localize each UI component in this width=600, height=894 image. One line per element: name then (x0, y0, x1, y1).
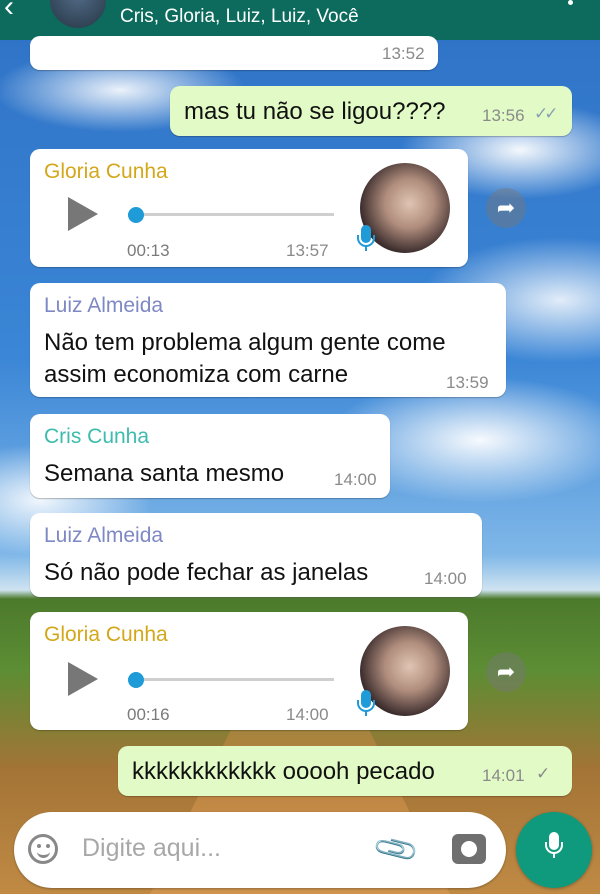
sender-name: Luiz Almeida (44, 524, 164, 547)
microphone-icon (357, 690, 375, 716)
more-menu-icon[interactable] (560, 0, 580, 12)
microphone-icon (545, 832, 563, 858)
audio-duration: 00:13 (127, 241, 170, 260)
message-time: 14:01 (482, 766, 525, 785)
outgoing-message[interactable]: mas tu não se ligou???? 13:56 ✓✓ (170, 86, 572, 136)
chat-header[interactable]: ‹ Cris, Gloria, Luiz, Luiz, Você (0, 0, 600, 40)
message-text: kkkkkkkkkkkk ooooh pecado (132, 758, 435, 785)
message-time: 13:59 (446, 373, 489, 392)
sender-name: Gloria Cunha (44, 623, 168, 646)
sender-name: Luiz Almeida (44, 294, 164, 317)
message-time: 14:00 (424, 569, 467, 588)
read-receipt-icon: ✓✓ (534, 104, 558, 123)
camera-icon[interactable] (452, 834, 486, 864)
message-text-line: Não tem problema algum gente come (44, 329, 446, 356)
group-avatar[interactable] (48, 0, 108, 30)
play-icon[interactable] (68, 197, 98, 231)
delivered-check-icon: ✓ (536, 764, 550, 783)
message-text: Semana santa mesmo (44, 460, 285, 487)
audio-progress-knob[interactable] (128, 672, 144, 688)
message-bubble[interactable]: Cris Cunha Semana santa mesmo 14:00 (30, 414, 390, 498)
paperclip-icon[interactable]: 📎 (371, 824, 422, 874)
sender-name: Cris Cunha (44, 425, 150, 448)
message-time: 14:00 (334, 470, 377, 489)
voice-message[interactable]: Gloria Cunha 00:16 14:00 (30, 612, 468, 730)
arrow-left-icon[interactable]: ‹ (4, 0, 14, 24)
message-time: 14:00 (286, 705, 329, 724)
message-bubble[interactable]: Luiz Almeida Só não pode fechar as janel… (30, 513, 482, 597)
audio-progress-track[interactable] (128, 213, 334, 216)
sender-name: Gloria Cunha (44, 160, 168, 183)
audio-progress-knob[interactable] (128, 207, 144, 223)
voice-message[interactable]: Gloria Cunha 00:13 13:57 (30, 149, 468, 267)
message-time: 13:57 (286, 241, 329, 260)
message-bubble[interactable]: Luiz Almeida Não tem problema algum gent… (30, 283, 506, 397)
emoji-icon[interactable] (28, 834, 58, 864)
message-bubble[interactable]: 13:52 (30, 36, 438, 70)
group-members[interactable]: Cris, Gloria, Luiz, Luiz, Você (120, 6, 359, 28)
voice-record-button[interactable] (516, 812, 592, 888)
message-text-line: assim economiza com carne (44, 361, 349, 388)
play-icon[interactable] (68, 662, 98, 696)
message-text: Só não pode fechar as janelas (44, 559, 369, 586)
message-input[interactable]: Digite aqui... (82, 834, 221, 863)
forward-icon[interactable]: ➦ (486, 188, 526, 228)
message-text: mas tu não se ligou???? (184, 98, 446, 125)
audio-progress-track[interactable] (128, 678, 334, 681)
audio-duration: 00:16 (127, 705, 170, 724)
message-time: 13:52 (382, 44, 425, 63)
message-input-bar[interactable]: Digite aqui... 📎 (14, 812, 506, 888)
forward-icon[interactable]: ➦ (486, 652, 526, 692)
microphone-icon (357, 225, 375, 251)
message-time: 13:56 (482, 106, 525, 125)
outgoing-message[interactable]: kkkkkkkkkkkk ooooh pecado 14:01 ✓ (118, 746, 572, 796)
